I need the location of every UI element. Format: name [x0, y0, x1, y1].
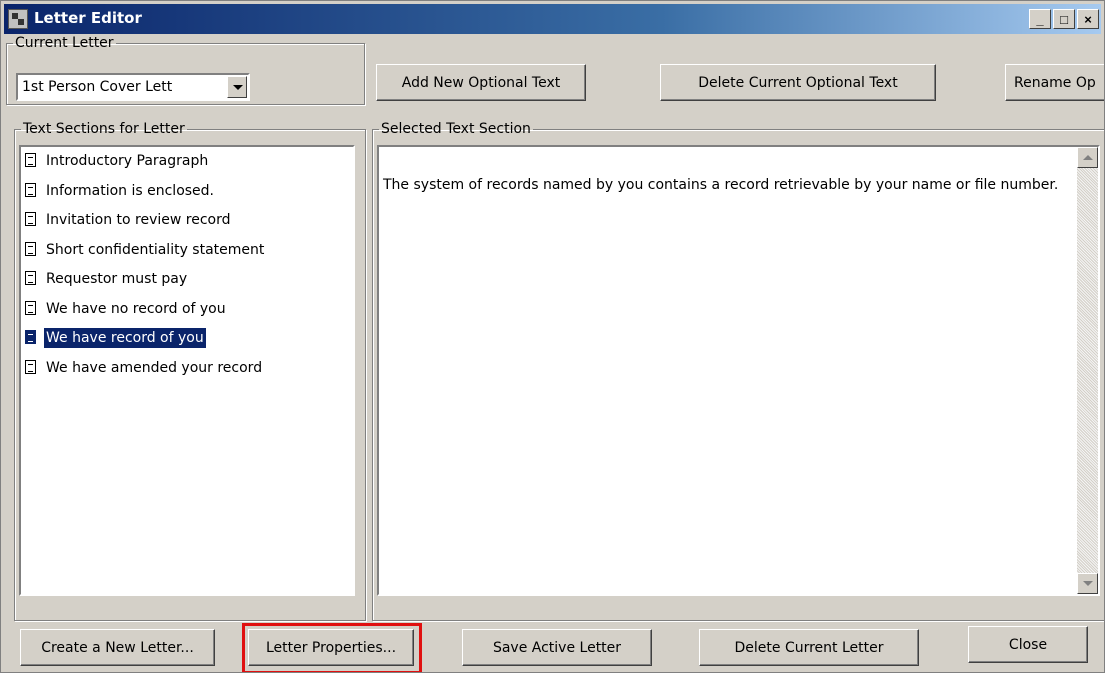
current-letter-dropdown[interactable]: 1st Person Cover Lett	[16, 73, 250, 101]
list-item[interactable]: We have amended your record	[21, 354, 353, 384]
current-letter-group: Current Letter 1st Person Cover Lett	[6, 35, 365, 105]
minimize-button[interactable]: _	[1029, 9, 1051, 29]
vertical-scrollbar[interactable]	[1077, 147, 1098, 594]
window-title: Letter Editor	[34, 9, 142, 27]
maximize-button[interactable]: □	[1053, 9, 1075, 29]
list-item-label: We have amended your record	[46, 359, 263, 376]
current-letter-value: 1st Person Cover Lett	[22, 79, 173, 95]
list-item[interactable]: We have no record of you	[21, 295, 353, 325]
section-text[interactable]: The system of records named by you conta…	[383, 175, 1078, 195]
delete-optional-text-button[interactable]: Delete Current Optional Text	[660, 64, 936, 101]
document-icon	[25, 359, 36, 374]
list-item[interactable]: Short confidentiality statement	[21, 236, 353, 266]
list-item[interactable]: We have record of you	[21, 324, 353, 354]
close-button[interactable]: Close	[968, 626, 1088, 663]
add-optional-text-button[interactable]: Add New Optional Text	[376, 64, 586, 101]
document-icon	[25, 153, 36, 167]
text-sections-group: Text Sections for Letter Introductory Pa…	[14, 121, 366, 621]
document-icon	[25, 330, 36, 344]
list-item-label: We have no record of you	[46, 300, 226, 317]
save-letter-button[interactable]: Save Active Letter	[462, 629, 652, 666]
document-icon	[25, 271, 36, 285]
document-icon	[25, 182, 36, 197]
close-window-button[interactable]: ×	[1077, 9, 1099, 29]
create-letter-button[interactable]: Create a New Letter...	[20, 629, 215, 666]
selected-text-group: Selected Text Section The system of reco…	[372, 121, 1104, 621]
chevron-down-icon[interactable]	[227, 76, 247, 98]
selected-text-editor[interactable]: The system of records named by you conta…	[377, 145, 1100, 596]
list-item[interactable]: Introductory Paragraph	[21, 147, 353, 177]
list-item[interactable]: Requestor must pay	[21, 265, 353, 295]
current-letter-label: Current Letter	[15, 35, 114, 51]
list-item[interactable]: Invitation to review record	[21, 206, 353, 236]
title-bar[interactable]: Letter Editor _ □ ×	[4, 4, 1101, 34]
letter-editor-window: Letter Editor _ □ × Current Letter 1st P…	[0, 0, 1105, 673]
delete-letter-button[interactable]: Delete Current Letter	[699, 629, 919, 666]
selected-text-label: Selected Text Section	[381, 121, 531, 137]
list-item[interactable]: Information is enclosed.	[21, 177, 353, 207]
rename-optional-text-button[interactable]: Rename Op	[1005, 64, 1104, 101]
list-item-label: Invitation to review record	[46, 212, 231, 228]
scroll-up-icon[interactable]	[1077, 147, 1098, 168]
text-sections-label: Text Sections for Letter	[23, 121, 185, 137]
list-item-label: Information is enclosed.	[46, 182, 215, 199]
app-icon	[8, 9, 28, 29]
document-icon	[25, 300, 36, 315]
list-item-label: Short confidentiality statement	[46, 241, 265, 258]
highlight-box	[242, 623, 422, 672]
list-item-label: We have record of you	[43, 327, 207, 349]
list-item-label: Introductory Paragraph	[46, 153, 209, 169]
scroll-down-icon[interactable]	[1077, 573, 1098, 594]
document-icon	[25, 241, 36, 256]
text-sections-list[interactable]: Introductory Paragraph Information is enc…	[19, 145, 355, 596]
document-icon	[25, 212, 36, 226]
list-item-label: Requestor must pay	[46, 271, 188, 287]
